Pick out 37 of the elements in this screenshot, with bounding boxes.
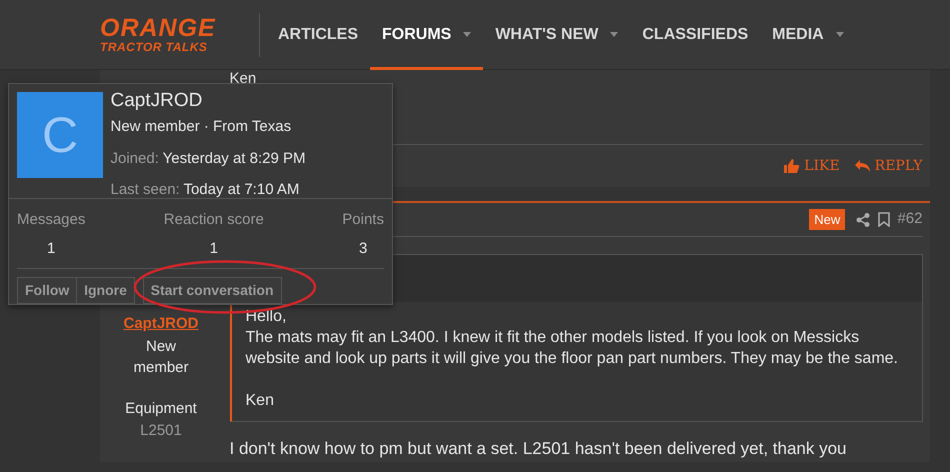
logo-tagline[interactable]: TRACTOR TALKS xyxy=(100,40,259,54)
member-action-button[interactable]: Ignore xyxy=(76,277,135,304)
member-action-button[interactable]: Follow xyxy=(17,277,78,304)
nav-tab[interactable]: ARTICLES xyxy=(266,0,370,70)
post-text: Ken xyxy=(230,69,258,89)
equipment-label: Equipment xyxy=(124,398,198,418)
quote-text: Ken xyxy=(246,391,275,411)
nav-tab[interactable]: MEDIA xyxy=(760,0,856,70)
post-number-link[interactable]: #62 xyxy=(897,208,922,231)
reply-arrow-icon xyxy=(854,159,871,173)
stat-label: Messages xyxy=(17,210,86,230)
member-name: CaptJROD xyxy=(110,92,204,110)
stat-label: Reaction score xyxy=(164,210,264,230)
nav-tab[interactable]: CLASSIFIEDS xyxy=(630,0,760,70)
share-icon xyxy=(856,212,870,226)
nav-tab[interactable]: WHAT'S NEW xyxy=(483,0,630,70)
avatar: C xyxy=(17,92,103,178)
equipment-value: L2501 xyxy=(139,421,183,441)
post-text: I don't know how to pm but want a set. L2501 hasn't been delivered yet, thank you xyxy=(230,438,848,460)
logo-text[interactable]: ORANGE xyxy=(100,16,259,40)
member-subtitle: New member · From Texas xyxy=(110,117,292,137)
author-link[interactable]: CaptJROD xyxy=(100,313,222,336)
like-button[interactable]: LIKE xyxy=(784,156,840,176)
thumbs-up-icon xyxy=(784,159,800,173)
start-conversation-button[interactable]: Start conversation xyxy=(142,277,282,304)
reply-button[interactable]: REPLY xyxy=(854,156,922,176)
fact-value: Today at 7:10 AM xyxy=(183,180,300,200)
new-badge: New xyxy=(809,208,846,230)
fact-value: Yesterday at 8:29 PM xyxy=(162,148,306,168)
fact-label: Last seen: xyxy=(110,180,180,200)
bookmark-icon xyxy=(878,212,890,227)
fact-label: Joined: xyxy=(110,148,159,168)
user-title: New member xyxy=(132,336,190,378)
stat-value: 3 xyxy=(358,238,368,258)
stat-value: 1 xyxy=(208,238,219,258)
stat-value: 1 xyxy=(46,238,56,258)
stat-label: Points xyxy=(342,210,384,230)
